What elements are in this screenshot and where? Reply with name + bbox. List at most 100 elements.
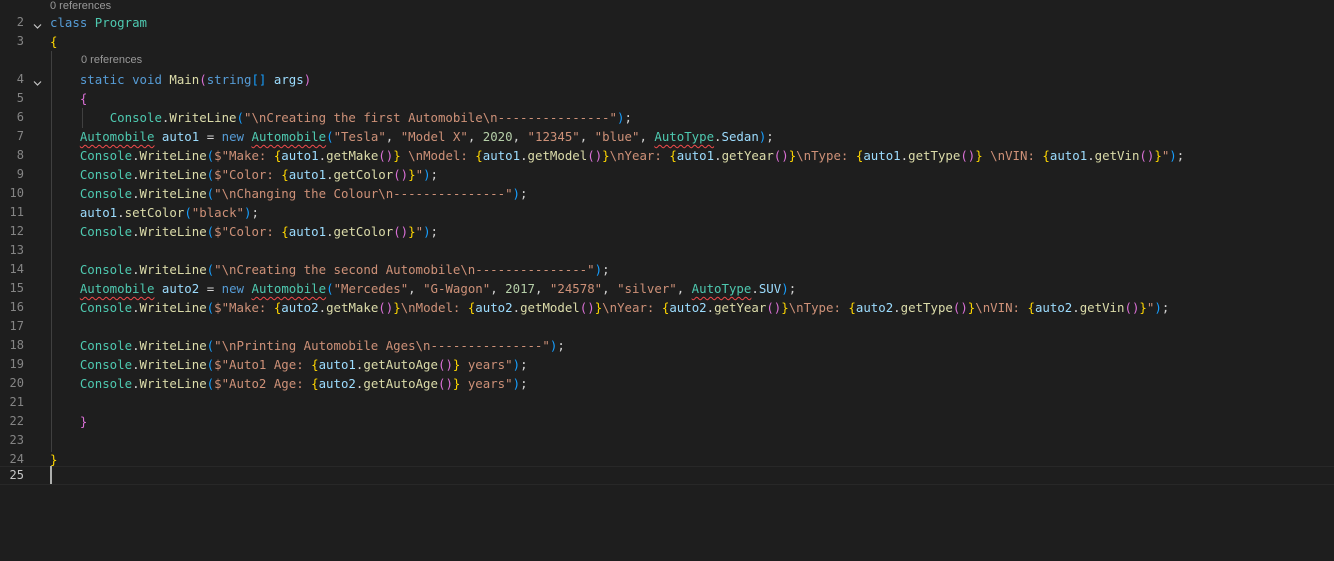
code-line[interactable]: 15 Automobile auto2 = new Automobile("Me…: [0, 279, 1334, 298]
chevron-down-icon[interactable]: [32, 17, 43, 29]
code-line[interactable]: 14 Console.WriteLine("\nCreating the sec…: [0, 260, 1334, 279]
code-token: .: [1072, 300, 1080, 315]
code-line[interactable]: 9 Console.WriteLine($"Color: {auto1.getC…: [0, 165, 1334, 184]
code-token: class: [50, 15, 88, 30]
code-line[interactable]: 7 Automobile auto1 = new Automobile("Tes…: [0, 127, 1334, 146]
code-token: ;: [624, 110, 632, 125]
code-token: auto1: [1049, 148, 1088, 163]
code-line[interactable]: 18 Console.WriteLine("\nPrinting Automob…: [0, 336, 1334, 355]
line-number: 25: [9, 468, 24, 482]
code-line[interactable]: 16 Console.WriteLine($"Make: {auto2.getM…: [0, 298, 1334, 317]
code-token: Console: [79, 186, 133, 201]
code-token: auto1: [79, 205, 118, 220]
code-line[interactable]: 4 static void Main(string[] args): [0, 70, 1334, 89]
code-token: (): [579, 300, 595, 315]
line-number: 11: [9, 205, 24, 219]
line-number: 13: [9, 243, 24, 257]
code-line[interactable]: 11 auto1.setColor("black");: [0, 203, 1334, 222]
code-line[interactable]: 6 Console.WriteLine("\nCreating the firs…: [0, 108, 1334, 127]
line-number: 12: [9, 224, 24, 238]
code-token: new: [221, 129, 245, 144]
code-text: static void Main(string[] args): [50, 71, 311, 88]
code-editor[interactable]: 0 references 0 references 2 class Program…: [0, 0, 1334, 561]
code-text: Console.WriteLine("\nCreating the second…: [50, 261, 610, 278]
code-token: {: [1027, 300, 1035, 315]
code-token: WriteLine: [139, 186, 207, 201]
code-line[interactable]: 8 Console.WriteLine($"Make: {auto1.getMa…: [0, 146, 1334, 165]
code-token: (: [236, 110, 244, 125]
code-line[interactable]: 12 Console.WriteLine($"Color: {auto1.get…: [0, 222, 1334, 241]
codelens-references-main[interactable]: 0 references: [81, 54, 142, 66]
code-token: $"Color:: [214, 167, 282, 182]
code-line[interactable]: 23: [0, 431, 1334, 450]
code-token: }: [1154, 148, 1162, 163]
code-token: \nModel:: [400, 148, 476, 163]
code-token: ,: [467, 129, 483, 144]
code-text: Console.WriteLine($"Auto1 Age: {auto1.ge…: [50, 356, 528, 373]
code-token: "\nPrinting Automobile Ages\n-----------…: [214, 338, 550, 353]
code-token: ;: [520, 376, 528, 391]
code-line[interactable]: 2 class Program: [0, 13, 1334, 32]
code-token: (: [184, 205, 192, 220]
code-token: auto1: [863, 148, 901, 163]
chevron-down-icon[interactable]: [32, 74, 43, 86]
line-number: 15: [9, 281, 24, 295]
code-token: args: [273, 72, 304, 87]
code-token: (: [326, 281, 334, 296]
code-text: Console.WriteLine($"Color: {auto1.getCol…: [50, 166, 438, 183]
code-token: ): [303, 72, 312, 87]
code-token: (: [326, 129, 334, 144]
code-line[interactable]: 21: [0, 393, 1334, 412]
code-token: Console: [109, 110, 162, 125]
code-line[interactable]: 13: [0, 241, 1334, 260]
code-token: .: [132, 224, 140, 239]
code-token: .: [132, 186, 140, 201]
code-token: ;: [251, 205, 259, 220]
code-text: Automobile auto2 = new Automobile("Merce…: [50, 280, 796, 297]
code-token: .: [132, 262, 140, 277]
line-number: 6: [16, 110, 24, 124]
code-token: ;: [788, 281, 797, 296]
code-line[interactable]: 10 Console.WriteLine("\nChanging the Col…: [0, 184, 1334, 203]
code-text: Automobile auto1 = new Automobile("Tesla…: [50, 128, 774, 145]
code-line[interactable]: 25: [0, 466, 1334, 485]
code-token: {: [311, 357, 319, 372]
code-token: .: [132, 376, 140, 391]
code-line[interactable]: 17: [0, 317, 1334, 336]
code-token: ): [1169, 148, 1177, 163]
code-token: WriteLine: [139, 300, 207, 315]
code-token: AutoType: [654, 129, 715, 144]
code-token: auto1: [161, 129, 200, 144]
code-line[interactable]: 20 Console.WriteLine($"Auto2 Age: {auto2…: [0, 374, 1334, 393]
code-token: getAutoAge: [363, 357, 438, 372]
code-token: Console: [79, 357, 133, 372]
line-number: 7: [16, 129, 24, 143]
code-text: Console.WriteLine($"Color: {auto1.getCol…: [50, 223, 438, 240]
codelens-references-program[interactable]: 0 references: [50, 0, 111, 12]
code-token: {: [281, 224, 289, 239]
code-token: }: [50, 452, 58, 467]
line-number: 4: [16, 72, 24, 86]
code-token: (): [587, 148, 603, 163]
code-token: }: [79, 414, 88, 429]
code-token: ,: [602, 281, 618, 296]
code-token: []: [251, 72, 267, 87]
code-line[interactable]: 3{: [0, 32, 1334, 51]
code-token: "Mercedes": [333, 281, 409, 296]
code-line[interactable]: 5 {: [0, 89, 1334, 108]
code-token: {: [669, 148, 677, 163]
code-line[interactable]: 22 }: [0, 412, 1334, 431]
code-line[interactable]: 19 Console.WriteLine($"Auto1 Age: {auto1…: [0, 355, 1334, 374]
line-number: 22: [9, 414, 24, 428]
line-number: 17: [9, 319, 24, 333]
code-token: ;: [520, 186, 528, 201]
code-token: auto2: [475, 300, 513, 315]
